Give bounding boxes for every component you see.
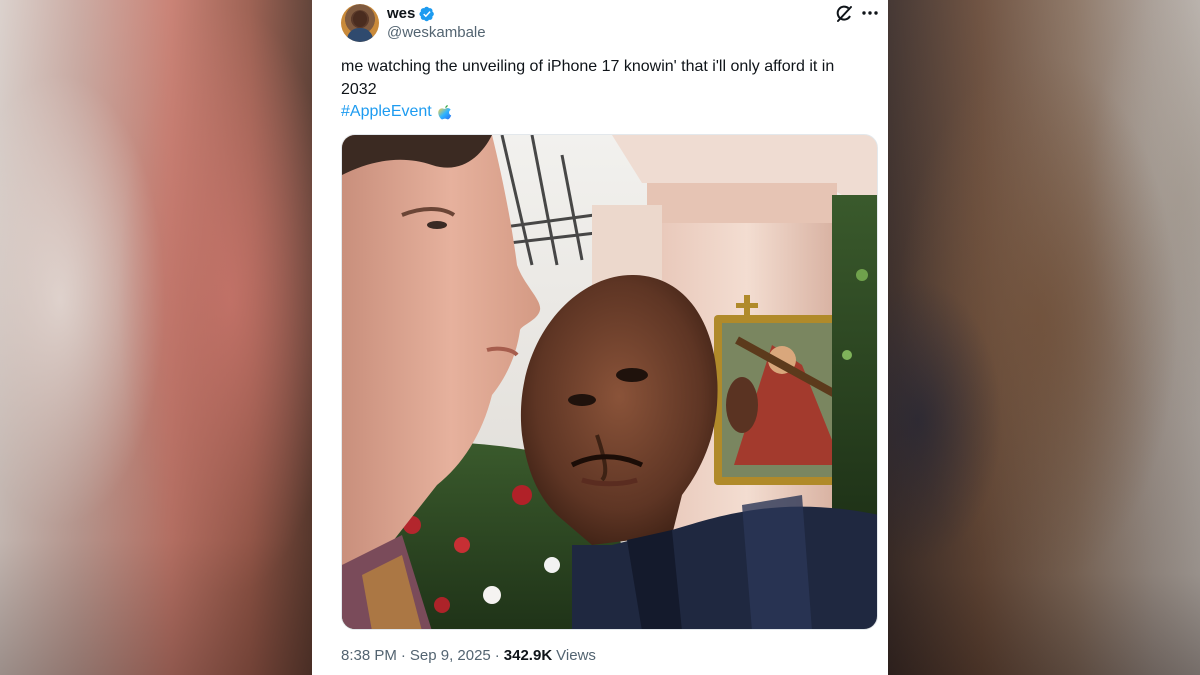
- author-name-row[interactable]: wes: [387, 5, 435, 22]
- tweet-text: me watching the unveiling of iPhone 17 k…: [341, 58, 835, 98]
- author-display-name[interactable]: wes: [387, 5, 415, 22]
- apple-event-emoji-icon: [436, 103, 454, 121]
- screenshot-stage: wes @weskambale me watching the unveilin…: [0, 0, 1200, 675]
- tweet-card: wes @weskambale me watching the unveilin…: [312, 0, 888, 675]
- tweet-date[interactable]: Sep 9, 2025: [410, 647, 491, 664]
- avatar[interactable]: [341, 4, 379, 42]
- verified-badge-icon: [419, 6, 435, 22]
- meta-separator-2: ·: [494, 647, 500, 664]
- grok-icon[interactable]: [834, 4, 854, 24]
- author-handle[interactable]: @weskambale: [387, 24, 486, 41]
- tweet-time[interactable]: 8:38 PM: [341, 647, 397, 664]
- hashtag-row: #AppleEvent: [341, 100, 454, 123]
- views-label: Views: [556, 647, 596, 664]
- tweet-meta: 8:38 PM · Sep 9, 2025 · 342.9K Views: [341, 647, 596, 664]
- blurred-background-left: [0, 0, 312, 675]
- tweet-media-image[interactable]: [341, 134, 878, 630]
- more-options-icon[interactable]: [860, 3, 880, 23]
- views-count: 342.9K: [503, 647, 553, 664]
- meta-separator: ·: [400, 647, 406, 664]
- blurred-background-right: [888, 0, 1200, 675]
- hashtag-link[interactable]: #AppleEvent: [341, 100, 432, 123]
